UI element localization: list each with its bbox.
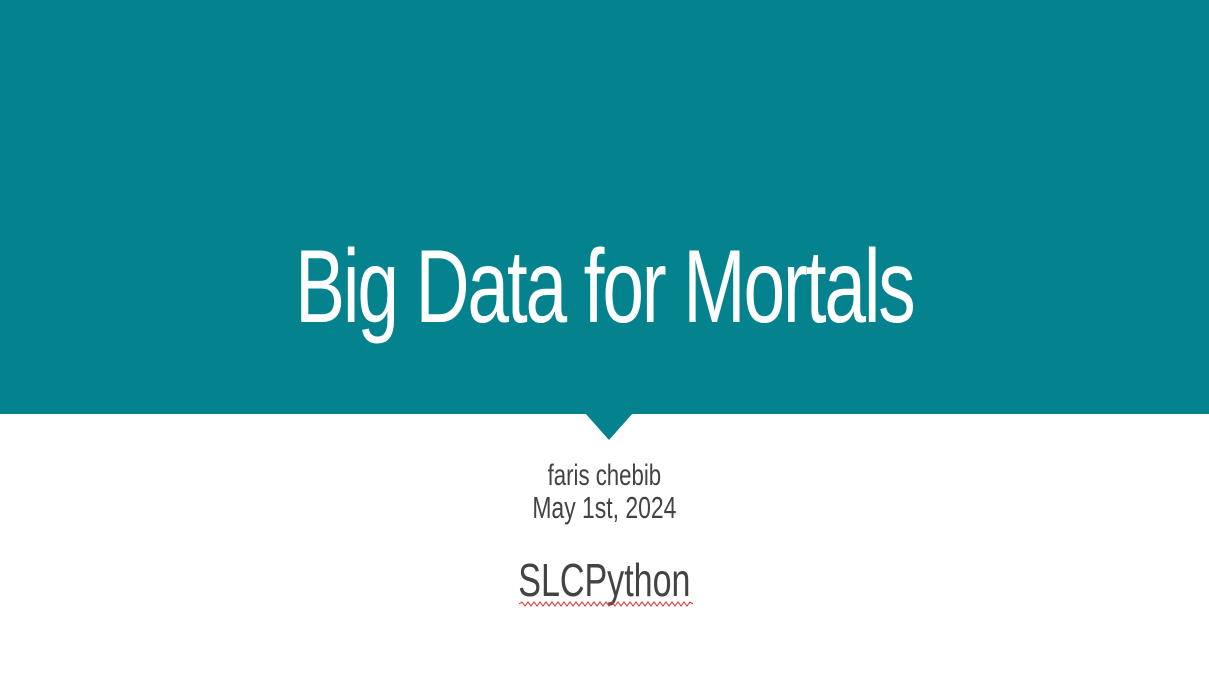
slide-title[interactable]: Big Data for Mortals [169,222,1039,352]
organization-name-text: SLCPython [518,554,691,606]
slide-canvas[interactable]: Big Data for Mortals faris chebib May 1s… [0,0,1209,684]
author-name[interactable]: faris chebib [157,459,1052,493]
spellcheck-underline [519,601,693,607]
spellcheck-squiggle-path [519,601,693,607]
banner-pointer [585,413,633,440]
presentation-date[interactable]: May 1st, 2024 [157,490,1052,526]
organization-name[interactable]: SLCPython [157,554,1052,606]
